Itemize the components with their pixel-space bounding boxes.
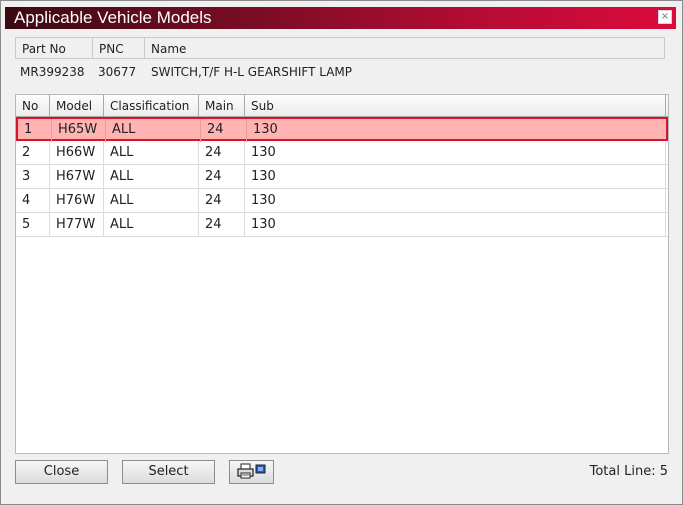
- cell-classification: ALL: [104, 141, 199, 164]
- column-header-sub[interactable]: Sub: [245, 95, 666, 116]
- header-pnc: PNC: [93, 38, 145, 58]
- cell-sub: 130: [245, 165, 666, 188]
- cell-classification: ALL: [106, 119, 201, 142]
- cell-main: 24: [199, 165, 245, 188]
- part-no-value: MR399238: [20, 65, 85, 79]
- table-row[interactable]: 5 H77W ALL 24 130: [16, 213, 668, 237]
- vehicle-models-grid[interactable]: No Model Classification Main Sub 1 H65W …: [15, 94, 669, 454]
- grid-body: 1 H65W ALL 24 130 2 H66W ALL 24 130 3 H6…: [16, 117, 668, 237]
- cell-model: H66W: [50, 141, 104, 164]
- total-line-count: Total Line: 5: [589, 464, 668, 479]
- printer-icon: [236, 463, 265, 478]
- part-name-value: SWITCH,T/F H-L GEARSHIFT LAMP: [151, 65, 353, 79]
- part-info-values: MR399238 30677 SWITCH,T/F H-L GEARSHIFT …: [15, 61, 665, 83]
- cell-sub: 130: [245, 141, 666, 164]
- column-header-main[interactable]: Main: [199, 95, 245, 116]
- close-icon[interactable]: ×: [658, 10, 672, 24]
- cell-model: H76W: [50, 189, 104, 212]
- cell-no: 5: [16, 213, 50, 236]
- grid-header: No Model Classification Main Sub: [16, 95, 668, 117]
- window-title: Applicable Vehicle Models: [14, 8, 212, 27]
- header-part-no: Part No: [16, 38, 93, 58]
- cell-sub: 130: [253, 122, 278, 137]
- cell-main: 24: [199, 141, 245, 164]
- select-button[interactable]: Select: [122, 460, 215, 484]
- column-header-classification[interactable]: Classification: [104, 95, 199, 116]
- dialog-window: Applicable Vehicle Models × Part No PNC …: [0, 0, 683, 505]
- cell-classification: ALL: [104, 213, 199, 236]
- part-info-panel: Part No PNC Name MR399238 30677 SWITCH,T…: [15, 37, 665, 89]
- header-name: Name: [151, 42, 187, 56]
- column-header-no[interactable]: No: [16, 95, 50, 116]
- cell-main: 24: [199, 213, 245, 236]
- title-bar[interactable]: Applicable Vehicle Models ×: [5, 7, 676, 29]
- cell-main: 24: [199, 189, 245, 212]
- cell-model: H77W: [50, 213, 104, 236]
- column-header-model[interactable]: Model: [50, 95, 104, 116]
- table-row[interactable]: 1 H65W ALL 24 130: [16, 117, 668, 142]
- cell-no: 4: [16, 189, 50, 212]
- cell-classification: ALL: [104, 165, 199, 188]
- close-button[interactable]: Close: [15, 460, 108, 484]
- cell-no: 1: [18, 119, 52, 142]
- cell-main: 24: [201, 119, 247, 142]
- print-button[interactable]: [229, 460, 274, 484]
- table-row[interactable]: 2 H66W ALL 24 130: [16, 141, 668, 165]
- cell-classification: ALL: [104, 189, 199, 212]
- part-info-header: Part No PNC Name: [15, 37, 665, 59]
- pnc-value: 30677: [98, 65, 137, 79]
- cell-sub: 130: [245, 189, 666, 212]
- table-row[interactable]: 4 H76W ALL 24 130: [16, 189, 668, 213]
- table-row[interactable]: 3 H67W ALL 24 130: [16, 165, 668, 189]
- cell-model: H67W: [50, 165, 104, 188]
- cell-model: H65W: [52, 119, 106, 142]
- cell-sub: 130: [245, 213, 666, 236]
- cell-no: 2: [16, 141, 50, 164]
- cell-no: 3: [16, 165, 50, 188]
